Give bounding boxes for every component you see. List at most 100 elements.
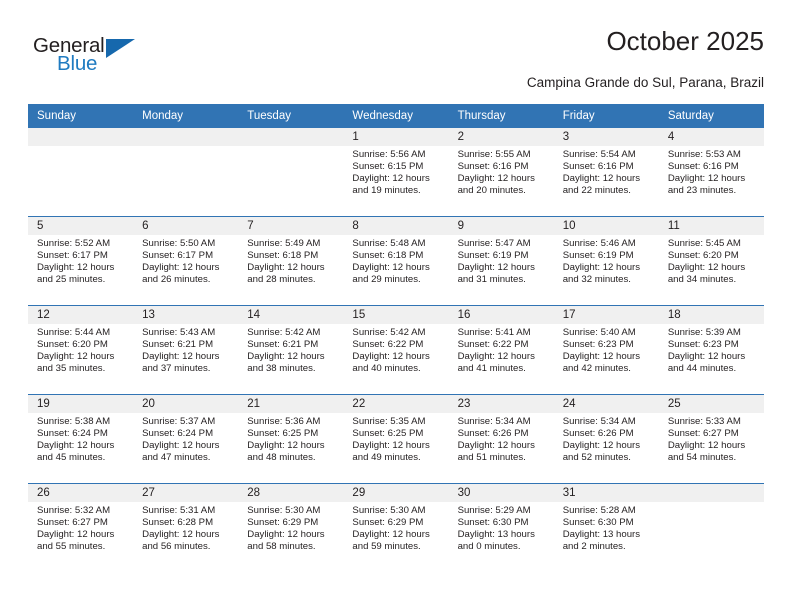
sunrise-text: Sunrise: 5:47 AM: [457, 238, 531, 249]
sunrise-text: Sunrise: 5:55 AM: [457, 149, 531, 160]
calendar-day-cell[interactable]: [658, 483, 764, 572]
calendar-day-cell[interactable]: 27 Sunrise: 5:31 AM Sunset: 6:28 PM Dayligh…: [133, 483, 239, 572]
sunset-text: Sunset: 6:23 PM: [667, 339, 739, 351]
calendar-day-cell[interactable]: 15 Sunrise: 5:42 AM Sunset: 6:22 PM Dayligh…: [343, 305, 449, 395]
calendar-day-cell[interactable]: 6 Sunrise: 5:50 AM Sunset: 6:17 PM Daylight…: [133, 216, 239, 306]
day-number: 18: [658, 306, 764, 324]
sunset-text: Sunset: 6:19 PM: [457, 250, 529, 262]
daylight-text-line1: Daylight: 12 hours: [562, 440, 641, 452]
day-number: 1: [343, 128, 449, 146]
day-number: 7: [238, 217, 344, 235]
calendar-table: Sunday Monday Tuesday Wednesday Thursday…: [28, 104, 764, 572]
calendar-day-cell[interactable]: 24 Sunrise: 5:34 AM Sunset: 6:26 PM Dayligh…: [553, 394, 659, 484]
sunrise-text: Sunrise: 5:38 AM: [37, 416, 111, 427]
calendar-day-cell[interactable]: 31 Sunrise: 5:28 AM Sunset: 6:30 PM Dayligh…: [553, 483, 659, 572]
sunset-text: Sunset: 6:22 PM: [457, 339, 529, 351]
day-details: Sunrise: 5:45 AM Sunset: 6:20 PM Daylight:…: [659, 235, 764, 286]
calendar-day-cell[interactable]: 25 Sunrise: 5:33 AM Sunset: 6:27 PM Dayligh…: [658, 394, 764, 484]
day-number: 13: [133, 306, 239, 324]
calendar-day-cell[interactable]: 28 Sunrise: 5:30 AM Sunset: 6:29 PM Dayligh…: [238, 483, 344, 572]
calendar-day-cell[interactable]: 5 Sunrise: 5:52 AM Sunset: 6:17 PM Daylight…: [28, 216, 134, 306]
calendar-day-cell[interactable]: [133, 127, 239, 217]
calendar-day-cell[interactable]: 14 Sunrise: 5:42 AM Sunset: 6:21 PM Dayligh…: [238, 305, 344, 395]
daylight-text-line2: and 59 minutes.: [352, 541, 421, 553]
day-number: [238, 128, 344, 146]
calendar-day-cell[interactable]: 10 Sunrise: 5:46 AM Sunset: 6:19 PM Dayligh…: [553, 216, 659, 306]
day-number: 27: [133, 484, 239, 502]
calendar-day-cell[interactable]: 7 Sunrise: 5:49 AM Sunset: 6:18 PM Daylight…: [238, 216, 344, 306]
day-details: Sunrise: 5:40 AM Sunset: 6:23 PM Daylight:…: [554, 324, 659, 375]
daylight-text-line2: and 37 minutes.: [142, 363, 211, 375]
calendar-day-cell[interactable]: 21 Sunrise: 5:36 AM Sunset: 6:25 PM Dayligh…: [238, 394, 344, 484]
day-details: Sunrise: 5:47 AM Sunset: 6:19 PM Daylight:…: [449, 235, 554, 286]
calendar-day-cell[interactable]: 23 Sunrise: 5:34 AM Sunset: 6:26 PM Dayligh…: [448, 394, 554, 484]
day-details: Sunrise: 5:29 AM Sunset: 6:30 PM Daylight:…: [449, 502, 554, 553]
daylight-text-line2: and 29 minutes.: [352, 274, 421, 286]
day-number: [658, 484, 764, 502]
day-details: Sunrise: 5:30 AM Sunset: 6:29 PM Daylight:…: [238, 502, 343, 553]
day-number: [28, 128, 134, 146]
calendar-day-cell[interactable]: 20 Sunrise: 5:37 AM Sunset: 6:24 PM Dayligh…: [133, 394, 239, 484]
daylight-text-line1: Daylight: 12 hours: [352, 529, 430, 541]
calendar-day-cell[interactable]: 11 Sunrise: 5:45 AM Sunset: 6:20 PM Dayligh…: [658, 216, 764, 306]
daylight-text-line1: Daylight: 12 hours: [142, 351, 220, 363]
sunrise-text: Sunrise: 5:42 AM: [352, 327, 426, 338]
day-details: Sunrise: 5:34 AM Sunset: 6:26 PM Daylight:…: [449, 413, 554, 464]
day-number: 6: [133, 217, 239, 235]
daylight-text-line2: and 48 minutes.: [247, 452, 316, 464]
calendar-day-cell[interactable]: 12 Sunrise: 5:44 AM Sunset: 6:20 PM Dayligh…: [28, 305, 134, 395]
day-number: 19: [28, 395, 134, 413]
calendar-day-cell[interactable]: 18 Sunrise: 5:39 AM Sunset: 6:23 PM Dayligh…: [658, 305, 764, 395]
day-number: 3: [553, 128, 659, 146]
day-details: Sunrise: 5:34 AM Sunset: 6:26 PM Daylight:…: [554, 413, 659, 464]
calendar-day-cell[interactable]: 29 Sunrise: 5:30 AM Sunset: 6:29 PM Dayligh…: [343, 483, 449, 572]
daylight-text-line2: and 2 minutes.: [562, 541, 626, 553]
calendar-day-cell[interactable]: 26 Sunrise: 5:32 AM Sunset: 6:27 PM Dayligh…: [28, 483, 134, 572]
daylight-text-line1: Daylight: 12 hours: [352, 351, 430, 363]
calendar-day-cell[interactable]: 8 Sunrise: 5:48 AM Sunset: 6:18 PM Daylight…: [343, 216, 449, 306]
sunrise-text: Sunrise: 5:52 AM: [37, 238, 111, 249]
calendar-day-cell[interactable]: 19 Sunrise: 5:38 AM Sunset: 6:24 PM Dayligh…: [28, 394, 134, 484]
calendar-day-cell[interactable]: 2 Sunrise: 5:55 AM Sunset: 6:16 PM Daylight…: [448, 127, 554, 217]
sunrise-text: Sunrise: 5:40 AM: [562, 327, 636, 338]
calendar-day-cell[interactable]: 22 Sunrise: 5:35 AM Sunset: 6:25 PM Dayligh…: [343, 394, 449, 484]
day-number: 14: [238, 306, 344, 324]
calendar-day-cell[interactable]: 17 Sunrise: 5:40 AM Sunset: 6:23 PM Dayligh…: [553, 305, 659, 395]
sunrise-text: Sunrise: 5:34 AM: [562, 416, 636, 427]
calendar-week-row: 19 Sunrise: 5:38 AM Sunset: 6:24 PM Dayligh…: [28, 394, 764, 484]
calendar-day-cell[interactable]: [238, 127, 344, 217]
day-number: 20: [133, 395, 239, 413]
daylight-text-line2: and 45 minutes.: [37, 452, 106, 464]
daylight-text-line1: Daylight: 12 hours: [667, 262, 746, 274]
calendar-day-cell[interactable]: 13 Sunrise: 5:43 AM Sunset: 6:21 PM Dayligh…: [133, 305, 239, 395]
day-number: 24: [553, 395, 659, 413]
sunset-text: Sunset: 6:27 PM: [667, 428, 739, 440]
sunrise-text: Sunrise: 5:53 AM: [667, 149, 741, 160]
day-details: Sunrise: 5:55 AM Sunset: 6:16 PM Daylight:…: [449, 146, 554, 197]
calendar-day-cell[interactable]: 9 Sunrise: 5:47 AM Sunset: 6:19 PM Daylight…: [448, 216, 554, 306]
daylight-text-line1: Daylight: 12 hours: [142, 529, 220, 541]
sunset-text: Sunset: 6:18 PM: [352, 250, 424, 262]
daylight-text-line1: Daylight: 12 hours: [247, 262, 325, 274]
calendar-week-row: 5 Sunrise: 5:52 AM Sunset: 6:17 PM Daylight…: [28, 216, 764, 306]
calendar-day-cell[interactable]: 1 Sunrise: 5:56 AM Sunset: 6:15 PM Daylight…: [343, 127, 449, 217]
calendar-day-cell[interactable]: 3 Sunrise: 5:54 AM Sunset: 6:16 PM Daylight…: [553, 127, 659, 217]
daylight-text-line1: Daylight: 13 hours: [457, 529, 535, 541]
page-header: General Blue October 2025 Campina Grande…: [28, 26, 764, 98]
sunset-text: Sunset: 6:22 PM: [352, 339, 424, 351]
daylight-text-line1: Daylight: 12 hours: [352, 173, 430, 185]
daylight-text-line1: Daylight: 13 hours: [562, 529, 641, 541]
sunrise-text: Sunrise: 5:35 AM: [352, 416, 426, 427]
calendar-day-cell[interactable]: 30 Sunrise: 5:29 AM Sunset: 6:30 PM Dayligh…: [448, 483, 554, 572]
day-details: Sunrise: 5:48 AM Sunset: 6:18 PM Daylight:…: [343, 235, 448, 286]
calendar-day-cell[interactable]: 4 Sunrise: 5:53 AM Sunset: 6:16 PM Daylight…: [658, 127, 764, 217]
sunrise-text: Sunrise: 5:36 AM: [247, 416, 321, 427]
sunset-text: Sunset: 6:16 PM: [562, 161, 634, 173]
sunset-text: Sunset: 6:25 PM: [352, 428, 424, 440]
calendar-day-cell[interactable]: [28, 127, 134, 217]
calendar-day-cell[interactable]: 16 Sunrise: 5:41 AM Sunset: 6:22 PM Dayligh…: [448, 305, 554, 395]
calendar-week-row: 1 Sunrise: 5:56 AM Sunset: 6:15 PM Daylight…: [28, 127, 764, 217]
daylight-text-line1: Daylight: 12 hours: [247, 529, 325, 541]
weekday-header-thursday: Thursday: [448, 104, 554, 128]
daylight-text-line2: and 23 minutes.: [667, 185, 737, 197]
